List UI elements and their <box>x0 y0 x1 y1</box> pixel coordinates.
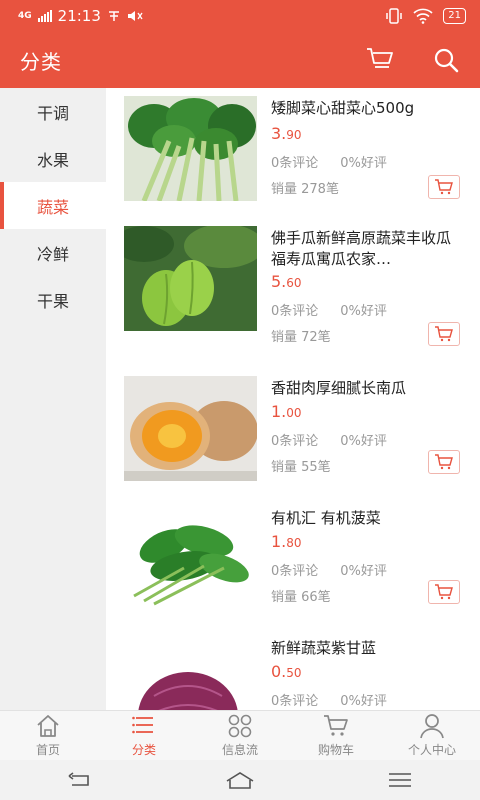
product-meta: 0条评论 0%好评 <box>271 300 387 319</box>
sidebar-item-gantiao[interactable]: 干调 <box>0 88 106 135</box>
sidebar-item-chilled[interactable]: 冷鲜 <box>0 229 106 276</box>
positive-rate: 0%好评 <box>340 564 387 579</box>
sidebar-item-nuts[interactable]: 干果 <box>0 276 106 323</box>
positive-rate: 0%好评 <box>340 434 387 449</box>
product-image-pumpkin <box>124 376 257 481</box>
vibrate-icon <box>386 8 403 24</box>
tab-feed[interactable]: 信息流 <box>192 711 288 760</box>
product-list: 矮脚菜心甜菜心500g 3.90 0条评论 0%好评 销量 278笔 佛手瓜新鲜高… <box>106 88 480 710</box>
product-image-chayote <box>124 226 257 331</box>
cart-icon <box>435 454 453 470</box>
review-count: 0条评论 <box>271 434 319 449</box>
tab-profile[interactable]: 个人中心 <box>384 711 480 760</box>
sidebar-item-label: 干果 <box>36 291 69 311</box>
product-price: 1.80 <box>271 532 302 551</box>
review-count: 0条评论 <box>271 694 319 709</box>
product-card[interactable]: 香甜肉厚细腻长南瓜 1.00 0条评论 0%好评 销量 55笔 <box>106 368 480 498</box>
add-to-cart-button[interactable] <box>428 175 460 199</box>
header-cart-button[interactable] <box>366 46 394 74</box>
product-meta: 0条评论 0%好评 <box>271 690 387 709</box>
review-count: 0条评论 <box>271 156 319 171</box>
nav-home-button[interactable] <box>220 766 260 794</box>
battery-icon: 21 <box>443 8 466 24</box>
status-time: 21:13 <box>57 7 101 25</box>
review-count: 0条评论 <box>271 304 319 319</box>
sidebar-item-vegetables[interactable]: 蔬菜 <box>0 182 106 229</box>
positive-rate: 0%好评 <box>340 156 387 171</box>
tab-label: 分类 <box>131 743 156 757</box>
notification-icon <box>108 11 119 21</box>
product-image-choy-sum <box>124 96 257 201</box>
wifi-icon <box>413 8 433 24</box>
tab-category[interactable]: 分类 <box>96 711 192 760</box>
product-card[interactable]: 新鲜蔬菜紫甘蓝 0.50 0条评论 0%好评 <box>106 628 480 710</box>
product-name: 矮脚菜心甜菜心500g <box>271 99 415 117</box>
tab-cart[interactable]: 购物车 <box>288 711 384 760</box>
add-to-cart-button[interactable] <box>428 450 460 474</box>
product-name: 有机汇 有机菠菜 <box>271 509 381 527</box>
sales-count: 销量 55笔 <box>271 460 331 475</box>
product-name: 香甜肉厚细腻长南瓜 <box>271 379 407 397</box>
list-icon <box>132 716 153 734</box>
search-icon <box>434 48 459 73</box>
back-icon <box>68 772 89 786</box>
product-price: 0.50 <box>271 662 302 681</box>
sidebar-item-label: 干调 <box>36 103 69 123</box>
category-sidebar: 干调 水果 蔬菜 冷鲜 干果 <box>0 88 106 710</box>
product-meta: 0条评论 0%好评 <box>271 560 387 579</box>
product-card[interactable]: 佛手瓜新鲜高原蔬菜丰收瓜福寿瓜寓瓜农家… 5.60 0条评论 0%好评 销量 72… <box>106 218 480 348</box>
status-bar: 4G 21:13 21 <box>0 0 480 32</box>
home-icon <box>37 715 59 737</box>
cart-icon <box>435 584 453 600</box>
product-card[interactable]: 有机汇 有机菠菜 1.80 0条评论 0%好评 销量 66笔 <box>106 498 480 628</box>
sidebar-item-label: 水果 <box>36 150 69 170</box>
home-icon <box>226 772 254 789</box>
sales-count: 销量 278笔 <box>271 182 339 197</box>
battery-level: 21 <box>448 10 461 21</box>
add-to-cart-button[interactable] <box>428 322 460 346</box>
page-title: 分类 <box>20 49 62 74</box>
tab-label: 信息流 <box>221 743 258 757</box>
product-meta: 0条评论 0%好评 <box>271 430 387 449</box>
product-price: 3.90 <box>271 124 302 143</box>
system-nav-bar <box>0 760 480 800</box>
tab-label: 首页 <box>35 743 60 757</box>
positive-rate: 0%好评 <box>340 694 387 709</box>
product-image-spinach <box>124 506 257 611</box>
cart-icon <box>324 715 348 736</box>
product-meta: 0条评论 0%好评 <box>271 152 387 171</box>
product-price: 5.60 <box>271 272 302 291</box>
positive-rate: 0%好评 <box>340 304 387 319</box>
tab-label: 个人中心 <box>407 743 456 757</box>
sales-count: 销量 72笔 <box>271 330 331 345</box>
signal-icon <box>37 10 52 22</box>
product-image-red-cabbage <box>124 636 257 710</box>
user-icon <box>420 714 444 739</box>
menu-icon <box>389 773 411 787</box>
sidebar-item-label: 冷鲜 <box>36 244 69 264</box>
review-count: 0条评论 <box>271 564 319 579</box>
tab-label: 购物车 <box>317 743 354 757</box>
bottom-tab-bar: 首页 分类 信息流 购物车 个人中心 <box>0 710 480 760</box>
product-price: 1.00 <box>271 402 302 421</box>
grid-icon <box>228 714 252 738</box>
tab-home[interactable]: 首页 <box>0 711 96 760</box>
network-type: 4G <box>18 10 32 21</box>
nav-menu-button[interactable] <box>380 766 420 794</box>
mute-icon <box>127 11 143 21</box>
sidebar-item-label: 蔬菜 <box>36 197 69 217</box>
sales-count: 销量 66笔 <box>271 590 331 605</box>
add-to-cart-button[interactable] <box>428 580 460 604</box>
cart-icon <box>367 48 393 68</box>
product-card[interactable]: 矮脚菜心甜菜心500g 3.90 0条评论 0%好评 销量 278笔 <box>106 88 480 218</box>
header-search-button[interactable] <box>432 46 460 74</box>
app-header: 分类 <box>0 32 480 88</box>
nav-back-button[interactable] <box>60 766 100 794</box>
product-name: 新鲜蔬菜紫甘蓝 <box>271 639 377 657</box>
sidebar-item-fruit[interactable]: 水果 <box>0 135 106 182</box>
cart-icon <box>435 179 453 195</box>
cart-icon <box>435 326 453 342</box>
product-name: 佛手瓜新鲜高原蔬菜丰收瓜福寿瓜寓瓜农家… <box>271 229 452 268</box>
